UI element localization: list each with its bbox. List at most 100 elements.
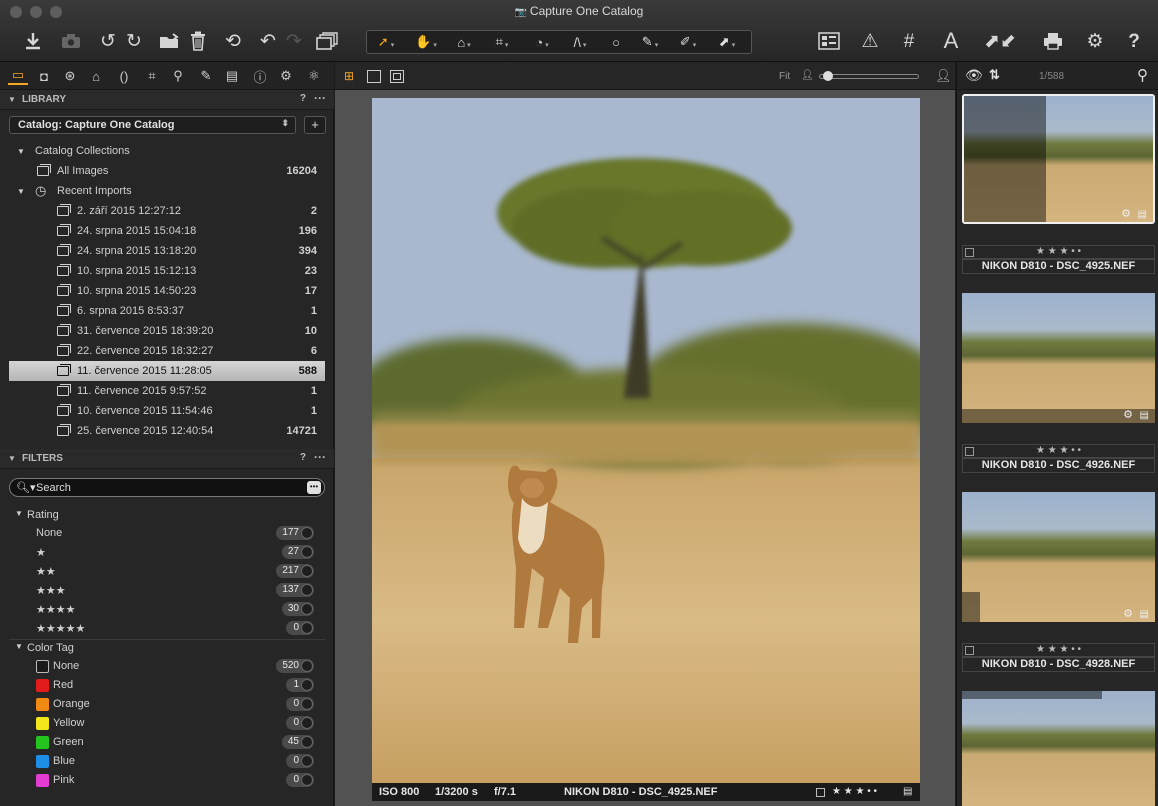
thumbnail-rating[interactable]: ★ ★ ★ • • xyxy=(962,444,1155,458)
count-badge[interactable]: 217 xyxy=(276,564,314,578)
batch-tab-icon[interactable]: ⚛ xyxy=(304,67,324,85)
import-row[interactable]: 10. srpna 2015 14:50:23 17 xyxy=(9,281,325,301)
count-badge[interactable]: 137 xyxy=(276,583,314,597)
undo-icon[interactable]: ⟲ xyxy=(220,28,246,54)
library-help-button[interactable]: ? xyxy=(300,93,306,104)
composition-tab-icon[interactable]: ⌗ xyxy=(142,67,162,85)
adjustments-tab-icon[interactable]: ▤ xyxy=(222,67,242,85)
details-tab-icon[interactable]: ⚲ xyxy=(168,67,188,85)
color-tag-filter-row[interactable]: Green 45 xyxy=(9,733,319,752)
color-tag-filter-header[interactable]: ▼ Color Tag xyxy=(9,639,325,657)
catalog-select[interactable]: Catalog: Capture One Catalog ⬍ xyxy=(9,116,296,134)
copy-adjustments-icon[interactable]: ⬈⬋ xyxy=(976,28,1024,54)
help-icon[interactable]: ? xyxy=(1122,28,1146,54)
collapse-icon[interactable]: ▼ xyxy=(8,454,16,463)
import-row[interactable]: 22. července 2015 18:32:27 6 xyxy=(9,341,325,361)
count-badge[interactable]: 45 xyxy=(281,735,314,749)
caption-rating[interactable]: ★ ★ ★ • • xyxy=(832,786,877,797)
text-overlay-icon[interactable]: A xyxy=(938,28,964,54)
count-badge[interactable]: 30 xyxy=(281,602,314,616)
loupe-icon[interactable]: ⌂ ▾ xyxy=(447,31,481,53)
color-tab-icon[interactable]: ⊛ xyxy=(60,67,80,85)
count-badge[interactable]: 0 xyxy=(286,621,314,635)
filter-search-input[interactable]: 🔍︎▾ Search ••• xyxy=(9,478,325,497)
grid-overlay-icon[interactable]: # xyxy=(896,28,922,54)
collapse-icon[interactable]: ▼ xyxy=(17,187,25,196)
add-catalog-button[interactable]: + xyxy=(304,116,326,134)
lens-tab-icon[interactable]: () xyxy=(114,67,134,85)
output-tab-icon[interactable]: ⚙ xyxy=(276,67,296,85)
count-badge[interactable]: 520 xyxy=(276,659,314,673)
import-row[interactable]: 10. července 2015 11:54:46 1 xyxy=(9,401,325,421)
thumbnail[interactable] xyxy=(962,691,1155,806)
search-icon[interactable]: 🔍︎▾ xyxy=(16,481,36,494)
color-tag-filter-row[interactable]: Red 1 xyxy=(9,676,319,695)
capture-tab-icon[interactable]: ◘ xyxy=(34,67,54,85)
brush-icon[interactable]: ✎ ▾ xyxy=(633,31,667,53)
filters-menu-button[interactable]: ··· xyxy=(314,450,326,464)
select-checkbox[interactable] xyxy=(965,447,974,456)
exposure-tab-icon[interactable]: ⌂ xyxy=(86,67,106,85)
import-row[interactable]: 24. srpna 2015 13:18:20 394 xyxy=(9,241,325,261)
crop-icon[interactable]: ⌗ ▾ xyxy=(485,31,519,53)
import-row[interactable]: 11. července 2015 11:28:05 588 xyxy=(9,361,325,381)
import-row[interactable]: 10. srpna 2015 15:12:13 23 xyxy=(9,261,325,281)
count-badge[interactable]: 0 xyxy=(286,716,314,730)
select-checkbox[interactable] xyxy=(965,646,974,655)
select-checkbox[interactable] xyxy=(816,788,825,797)
import-row[interactable]: 6. srpna 2015 8:53:37 1 xyxy=(9,301,325,321)
import-row[interactable]: 2. září 2015 12:27:12 2 xyxy=(9,201,325,221)
library-menu-button[interactable]: ··· xyxy=(314,91,326,105)
filters-section-header[interactable]: ▼ FILTERS ? ··· xyxy=(0,449,334,469)
color-picker-icon[interactable]: ✐ ▾ xyxy=(671,31,705,53)
filters-help-button[interactable]: ? xyxy=(300,452,306,463)
pan-hand-icon[interactable]: ✋ ▾ xyxy=(409,31,443,53)
library-section-header[interactable]: ▼ LIBRARY ? ··· xyxy=(0,90,334,110)
trash-icon[interactable] xyxy=(186,28,210,54)
rating-filter-row[interactable]: ★★★★★ 0 xyxy=(9,619,319,638)
color-tag-filter-row[interactable]: Orange 0 xyxy=(9,695,319,714)
zoom-slider[interactable] xyxy=(819,71,919,81)
settings-icon[interactable]: ⚙ xyxy=(1082,28,1108,54)
thumbnail[interactable]: ⚙ ▤ xyxy=(962,94,1155,224)
count-badge[interactable]: 27 xyxy=(281,545,314,559)
clone-variant-icon[interactable] xyxy=(314,28,340,54)
proof-margin-icon[interactable] xyxy=(390,70,404,83)
spot-removal-icon[interactable]: ○ xyxy=(603,31,629,53)
thumbnail[interactable]: ⚙ ▤ xyxy=(962,492,1155,622)
metadata-tab-icon[interactable]: ⓘ xyxy=(250,67,270,85)
copy-apply-icon[interactable]: ⬈ ▾ xyxy=(709,31,745,53)
import-row[interactable]: 11. července 2015 9:57:52 1 xyxy=(9,381,325,401)
collapse-icon[interactable]: ▼ xyxy=(15,642,23,651)
single-view-icon[interactable] xyxy=(367,70,381,83)
color-tag-filter-row[interactable]: Yellow 0 xyxy=(9,714,319,733)
print-icon[interactable] xyxy=(1040,28,1066,54)
color-tag-filter-row[interactable]: Blue 0 xyxy=(9,752,319,771)
search-more-button[interactable]: ••• xyxy=(307,481,321,494)
forward-icon[interactable]: ↷ xyxy=(282,28,306,54)
sort-icon[interactable]: ⇅ xyxy=(989,67,1000,83)
thumbnail-rating[interactable]: ★ ★ ★ • • xyxy=(962,643,1155,657)
collapse-icon[interactable]: ▼ xyxy=(8,95,16,104)
rating-filter-header[interactable]: ▼ Rating xyxy=(9,506,325,524)
count-badge[interactable]: 0 xyxy=(286,697,314,711)
select-checkbox[interactable] xyxy=(965,248,974,257)
rotate-left-icon[interactable]: ↺ xyxy=(96,28,120,54)
collapse-icon[interactable]: ▼ xyxy=(15,509,23,518)
count-badge[interactable]: 1 xyxy=(286,678,314,692)
collapse-icon[interactable]: ▼ xyxy=(17,147,25,156)
move-to-folder-icon[interactable] xyxy=(158,28,182,54)
color-tag-filter-row[interactable]: None 520 xyxy=(9,657,319,676)
import-icon[interactable] xyxy=(20,28,46,54)
keystone-icon[interactable]: /\ ▾ xyxy=(563,31,597,53)
rating-filter-row[interactable]: None 177 xyxy=(9,524,319,543)
import-row[interactable]: 24. srpna 2015 15:04:18 196 xyxy=(9,221,325,241)
rating-filter-row[interactable]: ★ 27 xyxy=(9,543,319,562)
import-row[interactable]: 31. července 2015 18:39:20 10 xyxy=(9,321,325,341)
rating-filter-row[interactable]: ★★★ 137 xyxy=(9,581,319,600)
local-adjustments-tab-icon[interactable]: ✎ xyxy=(196,67,216,85)
catalog-collections-row[interactable]: ▼ Catalog Collections xyxy=(9,141,325,161)
search-icon[interactable]: ⚲ xyxy=(1137,66,1148,84)
eye-icon[interactable]: 👁︎ xyxy=(965,67,983,84)
back-icon[interactable]: ↶ xyxy=(256,28,280,54)
